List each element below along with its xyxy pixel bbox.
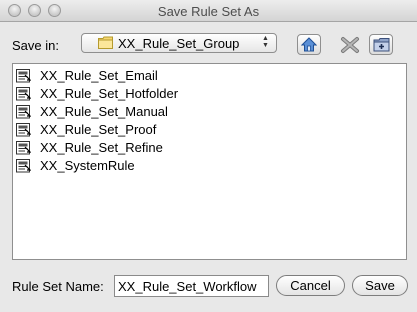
delete-button[interactable] [337,34,361,55]
file-name: XX_Rule_Set_Hotfolder [40,86,179,101]
file-name: XX_SystemRule [40,158,135,173]
save-dialog-window: Save Rule Set As Save in: XX_Rule_Set_Gr… [0,0,417,312]
rule-set-file-icon [16,87,32,101]
rule-set-file-icon [16,69,32,83]
popup-arrows-icon: ▲ ▼ [262,35,269,49]
new-folder-button[interactable] [369,34,393,55]
list-item[interactable]: XX_SystemRule [16,157,396,175]
file-list[interactable]: XX_Rule_Set_Email XX_Rule_Set_Hotfolder … [12,63,407,260]
window-title: Save Rule Set As [157,4,260,19]
save-button[interactable]: Save [352,275,408,296]
file-name: XX_Rule_Set_Refine [40,140,163,155]
file-name: XX_Rule_Set_Manual [40,104,168,119]
cancel-button[interactable]: Cancel [276,275,345,296]
list-item[interactable]: XX_Rule_Set_Proof [16,121,396,139]
save-in-folder-popup[interactable]: XX_Rule_Set_Group ▲ ▼ [81,33,277,53]
rule-set-file-icon [16,123,32,137]
file-name: XX_Rule_Set_Proof [40,122,157,137]
rule-set-file-icon [16,105,32,119]
list-item[interactable]: XX_Rule_Set_Manual [16,103,396,121]
home-button[interactable] [297,34,321,55]
title-bar[interactable]: Save Rule Set As [0,0,417,22]
rule-set-file-icon [16,141,32,155]
list-item[interactable]: XX_Rule_Set_Email [16,67,396,85]
folder-icon [98,36,113,49]
rule-set-file-icon [16,159,32,173]
list-item[interactable]: XX_Rule_Set_Refine [16,139,396,157]
list-item[interactable]: XX_Rule_Set_Hotfolder [16,85,396,103]
file-name: XX_Rule_Set_Email [40,68,158,83]
rule-set-name-label: Rule Set Name: [12,279,104,294]
rule-set-name-field[interactable] [114,275,269,297]
save-in-label: Save in: [12,38,59,53]
selected-folder-name: XX_Rule_Set_Group [118,36,240,51]
